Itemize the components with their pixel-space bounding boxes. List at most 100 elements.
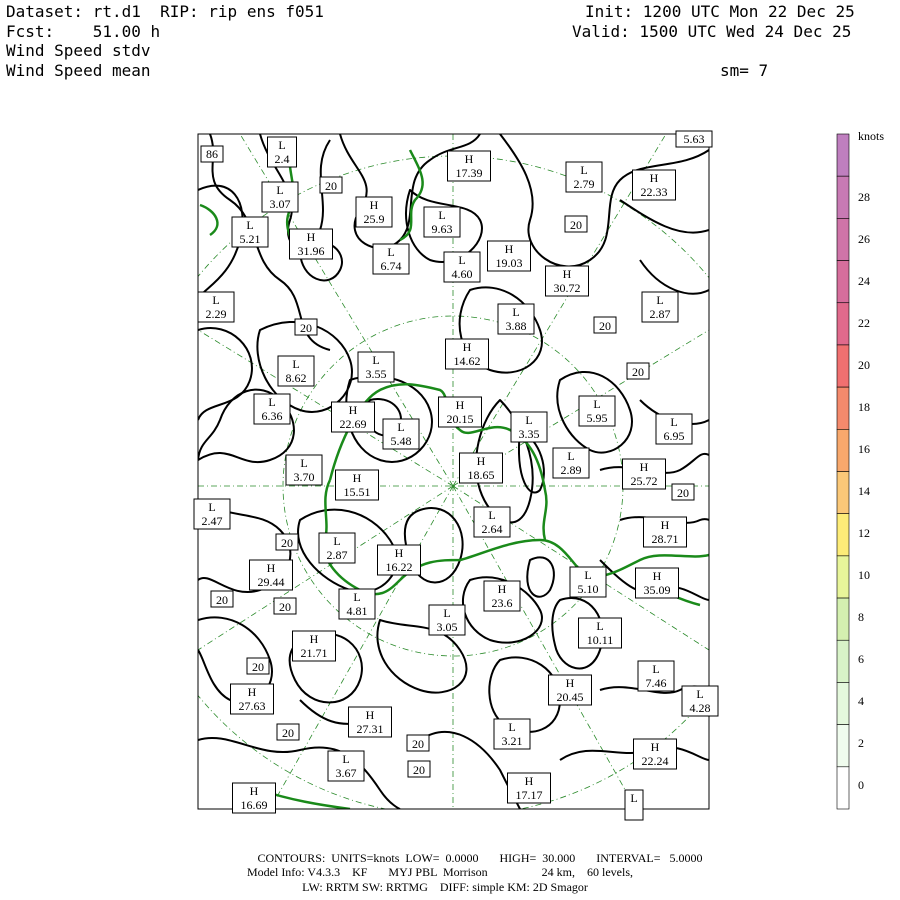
hl-type: L: [212, 293, 219, 307]
hl-type: L: [656, 293, 663, 307]
hl-label: H22.69: [331, 401, 375, 433]
hl-value: 16.69: [241, 798, 268, 812]
hl-type: H: [310, 632, 319, 646]
hl-label: H20.15: [438, 396, 482, 428]
colorbar-tick-label: 20: [858, 358, 870, 372]
hl-value: 3.07: [270, 197, 291, 211]
hl-label: L4.60: [443, 251, 481, 283]
contour-value: 20: [275, 533, 299, 551]
hl-label: H19.03: [487, 240, 531, 272]
svg-text:20: 20: [281, 536, 293, 550]
color-swatch: [836, 471, 850, 514]
hl-label: H16.69: [232, 782, 276, 814]
hl-value: 3.67: [336, 766, 357, 780]
hl-label: L2.64: [473, 506, 511, 538]
hl-type: H: [248, 685, 257, 699]
hl-type: H: [525, 774, 534, 788]
color-swatch: [836, 133, 850, 177]
hl-value: 31.96: [298, 244, 325, 258]
colorbar-tick-label: 22: [858, 316, 870, 330]
hl-type: H: [250, 784, 259, 798]
hl-label: L5.95: [578, 395, 616, 427]
hl-type: L: [512, 305, 519, 319]
hl-label: L2.89: [552, 447, 590, 479]
hl-value: 14.62: [454, 354, 481, 368]
hl-label: L3.55: [357, 351, 395, 383]
hl-type: H: [353, 471, 362, 485]
hl-value: 2.29: [206, 307, 227, 321]
hl-value: 5.21: [240, 232, 261, 246]
hl-value: 29.44: [258, 575, 285, 589]
hl-value: 30.72: [554, 281, 581, 295]
hl-label: L2.29: [197, 291, 235, 323]
hl-label: L2.87: [641, 291, 679, 323]
hl-value: 8.62: [286, 371, 307, 385]
hl-value: 5.48: [391, 434, 412, 448]
hl-label: H31.96: [289, 228, 333, 260]
hl-value: 21.71: [301, 646, 328, 660]
contour-value: 20: [294, 318, 318, 336]
colorbar-tick-label: 16: [858, 442, 870, 456]
hl-value: 27.63: [239, 699, 266, 713]
colorbar-tick-label: 14: [858, 484, 870, 498]
hl-type: H: [463, 340, 472, 354]
color-swatch: [836, 555, 850, 599]
contour-value: 20: [626, 362, 650, 380]
hl-type: L: [443, 606, 450, 620]
hl-type: L: [276, 183, 283, 197]
hl-label: L9.63: [423, 206, 461, 238]
contour-value: 20: [406, 734, 430, 752]
hl-type: H: [661, 518, 670, 532]
hl-value: 20.15: [447, 412, 474, 426]
svg-text:20: 20: [413, 763, 425, 777]
hl-value: 6.74: [381, 259, 402, 273]
hl-value: 35.09: [644, 583, 671, 597]
color-swatch: [836, 386, 850, 430]
colorbar-tick-label: 8: [858, 610, 864, 624]
hl-label: H22.24: [633, 738, 677, 770]
hl-label: L2.47: [193, 498, 231, 530]
footer-contours: CONTOURS: UNITS=knots LOW= 0.0000 HIGH= …: [257, 851, 703, 865]
contour-value: 20: [593, 316, 617, 334]
hl-label: L3.70: [285, 454, 323, 486]
hl-label: L7.46: [637, 660, 675, 692]
hl-type: H: [465, 152, 474, 166]
hl-type: L: [268, 395, 275, 409]
hl-label: L10.11: [578, 617, 622, 649]
hl-value: 27.31: [357, 722, 384, 736]
hl-value: 4.60: [452, 267, 473, 281]
hl-label: H16.22: [377, 544, 421, 576]
hl-type: H: [651, 740, 660, 754]
hl-label: H23.6: [483, 580, 521, 612]
hl-type: H: [395, 546, 404, 560]
hl-type: L: [458, 253, 465, 267]
hl-type: L: [567, 449, 574, 463]
hl-type: L: [508, 720, 515, 734]
hl-label: L4.81: [338, 588, 376, 620]
hl-value: 16.22: [386, 560, 413, 574]
svg-text:20: 20: [279, 600, 291, 614]
contour-value: 20: [273, 597, 297, 615]
hl-label: 86: [200, 145, 224, 163]
colorbar-tick-label: 12: [858, 526, 870, 540]
color-swatch: [836, 218, 850, 261]
hl-type: H: [456, 398, 465, 412]
hl-type: L: [300, 456, 307, 470]
hl-label: L5.10: [569, 566, 607, 598]
hl-label: H20.45: [548, 674, 592, 706]
hl-value: 2.64: [482, 522, 503, 536]
hl-value: 23.6: [492, 596, 513, 610]
hl-type: L: [397, 420, 404, 434]
hl-value: 5.63: [684, 132, 705, 146]
hl-value: 3.55: [366, 367, 387, 381]
hl-value: 3.35: [519, 427, 540, 441]
hl-type: L: [438, 208, 445, 222]
hl-label: H30.72: [545, 265, 589, 297]
color-swatch: [836, 429, 850, 472]
color-swatch: [836, 344, 850, 388]
colorbar-tick-label: 10: [858, 568, 870, 582]
hl-label: H17.17: [507, 772, 551, 804]
hl-type: L: [580, 163, 587, 177]
hl-label: H17.39: [447, 150, 491, 182]
hl-label: L5.48: [382, 418, 420, 450]
